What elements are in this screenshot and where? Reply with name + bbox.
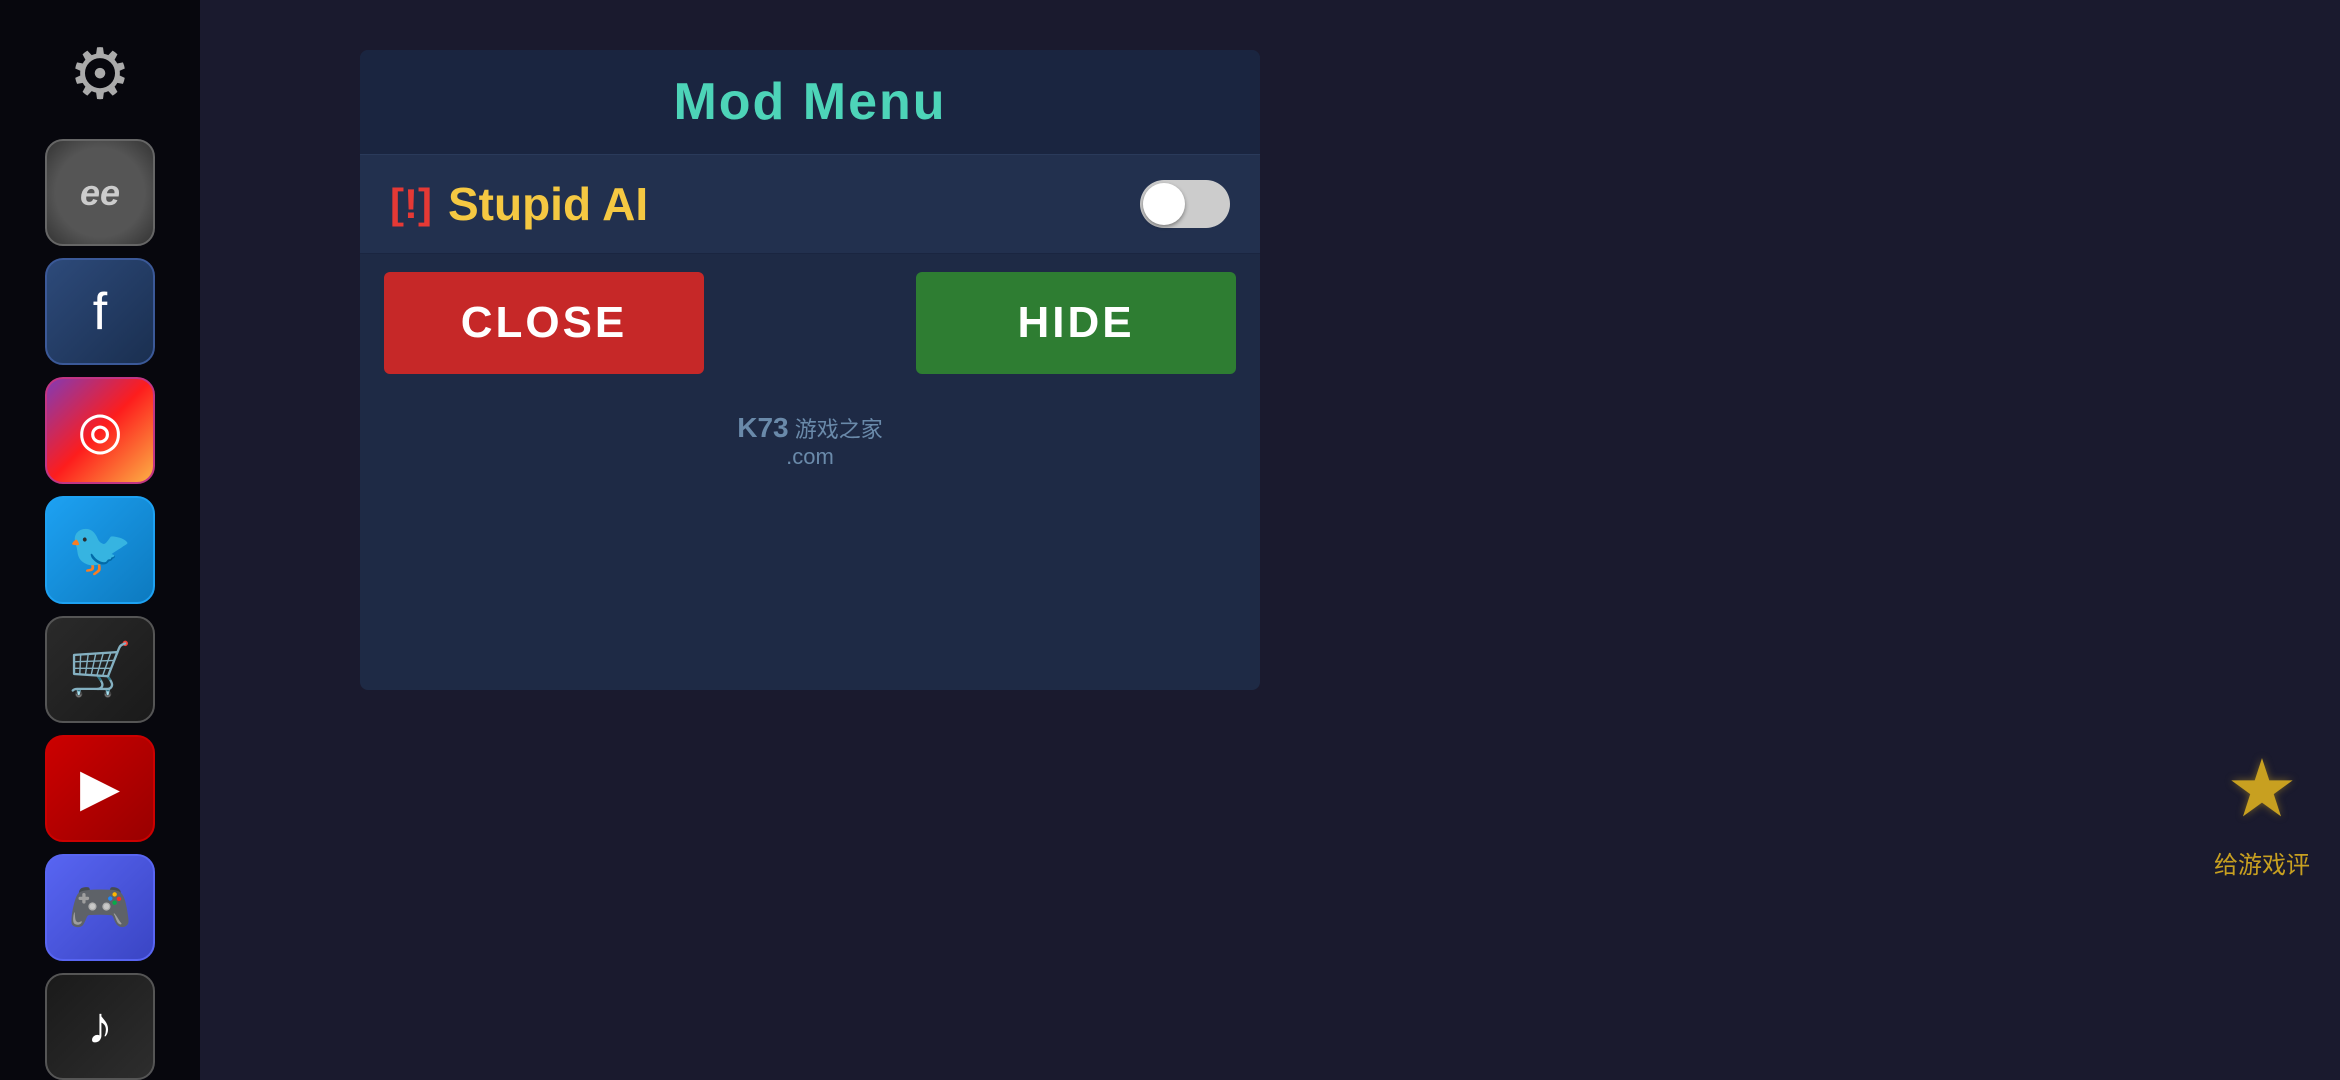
- watermark: K73 游戏之家 .com: [737, 412, 883, 470]
- tiktok-icon[interactable]: ♪: [45, 973, 155, 1080]
- instagram-icon[interactable]: ◎: [45, 377, 155, 484]
- mod-menu-title: Mod Menu: [673, 73, 946, 131]
- youtube-icon[interactable]: ▶: [45, 735, 155, 842]
- shop-icon[interactable]: 🛒: [45, 616, 155, 723]
- star-icon: ★: [2226, 742, 2298, 835]
- star-rating[interactable]: ★ 给游戏评: [2214, 742, 2310, 880]
- watermark-domain: .com: [737, 444, 883, 470]
- mod-menu-header: Mod Menu: [360, 50, 1260, 155]
- facebook-icon[interactable]: f: [45, 258, 155, 365]
- mod-name: Stupid AI: [448, 177, 648, 231]
- twitter-icon[interactable]: 🐦: [45, 496, 155, 603]
- mod-menu-panel: Mod Menu [!] Stupid AI CLOSE HIDE K73 游戏…: [360, 50, 1260, 690]
- user-avatar[interactable]: ee: [45, 139, 155, 246]
- watermark-brand: K73: [737, 412, 788, 443]
- watermark-suffix: 游戏之家: [795, 417, 883, 442]
- warning-symbol: [!]: [390, 180, 432, 228]
- sidebar: ⚙ ee f ◎ 🐦 🛒 ▶ 🎮 ♪: [0, 0, 200, 1080]
- hide-button[interactable]: HIDE: [916, 272, 1236, 374]
- mod-item-row: [!] Stupid AI: [360, 155, 1260, 254]
- mod-buttons-row: CLOSE HIDE: [360, 254, 1260, 392]
- toggle-knob: [1143, 183, 1185, 225]
- discord-icon[interactable]: 🎮: [45, 854, 155, 961]
- stupid-ai-toggle[interactable]: [1140, 180, 1230, 228]
- close-button[interactable]: CLOSE: [384, 272, 704, 374]
- mod-item-label: [!] Stupid AI: [390, 177, 648, 231]
- settings-icon[interactable]: ⚙: [45, 20, 155, 127]
- avatar-label: ee: [80, 172, 120, 214]
- star-label: 给游戏评: [2214, 845, 2310, 880]
